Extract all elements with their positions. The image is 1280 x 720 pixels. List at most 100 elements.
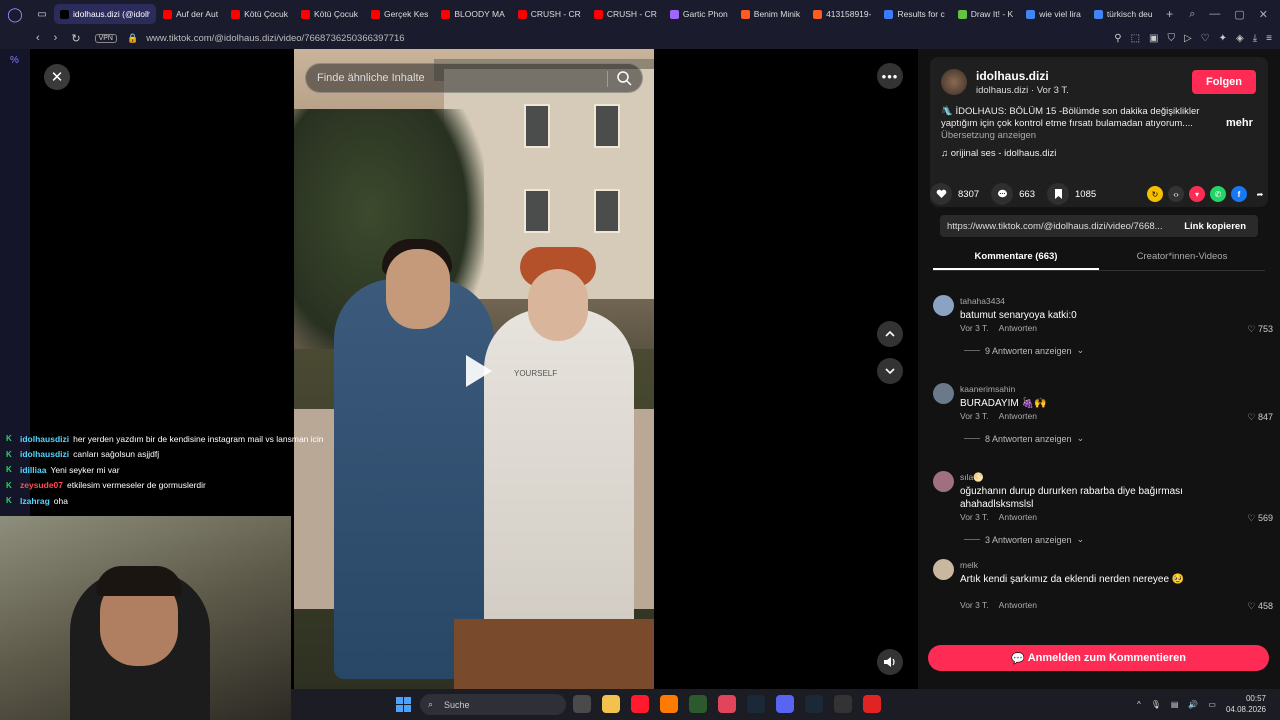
puzzle-icon[interactable]: ✦ (1219, 33, 1227, 44)
minimize-icon[interactable]: — (1209, 8, 1220, 21)
close-window-icon[interactable]: ✕ (1259, 8, 1268, 21)
more-options-button[interactable]: ••• (877, 63, 903, 89)
commenter-name[interactable]: sıla🌕 (960, 472, 984, 483)
browser-tab[interactable]: Auf der Aut (157, 4, 224, 24)
commenter-avatar[interactable] (933, 559, 954, 580)
browser-tab[interactable]: wie viel lira (1020, 4, 1087, 24)
taskbar-app-icon[interactable] (602, 695, 620, 713)
comment-like[interactable]: ♡ 569 (1247, 513, 1273, 524)
pin-icon[interactable]: ⚲ (1114, 33, 1121, 44)
url-field[interactable]: www.tiktok.com/@idolhaus.dizi/video/7668… (146, 33, 404, 44)
comment-like[interactable]: ♡ 458 (1247, 601, 1273, 612)
taskbar-app-icon[interactable] (747, 695, 765, 713)
chat-username[interactable]: idilliaa (20, 465, 46, 475)
back-icon[interactable]: ‹ (36, 32, 40, 45)
save-action[interactable]: 1085 (1047, 183, 1096, 205)
close-video-button[interactable]: ✕ (44, 64, 70, 90)
taskbar-app-icon[interactable] (805, 695, 823, 713)
browser-tab[interactable]: Gerçek Kes (365, 4, 434, 24)
clock[interactable]: 00:57 04.08.2026 (1226, 693, 1266, 715)
browser-tab[interactable]: Results for c (878, 4, 950, 24)
new-tab-icon[interactable]: + (1159, 7, 1181, 21)
volume-button[interactable] (877, 649, 903, 675)
embed-icon[interactable]: ‹› (1168, 186, 1184, 202)
author-avatar[interactable] (941, 69, 967, 95)
browser-tab[interactable]: idolhaus.dizi (@idolha (54, 4, 156, 24)
workspaces-icon[interactable]: ▭ (30, 9, 54, 20)
forward-icon[interactable]: › (54, 32, 58, 45)
taskbar-app-icon[interactable] (863, 695, 881, 713)
commenter-name[interactable]: kaanerimsahin (960, 384, 1015, 394)
menu-icon[interactable]: ≡ (1266, 33, 1272, 44)
taskbar-app-icon[interactable] (834, 695, 852, 713)
reload-icon[interactable]: ↻ (71, 32, 80, 45)
heart-icon[interactable]: ♡ (1201, 33, 1210, 44)
copy-link-button[interactable]: Link kopieren (1184, 221, 1258, 232)
taskbar-app-icon[interactable] (573, 695, 591, 713)
browser-tab[interactable]: Kötü Çocuk (225, 4, 294, 24)
commenter-avatar[interactable] (933, 471, 954, 492)
download-icon[interactable]: ⤓ (1253, 33, 1257, 44)
login-to-comment-button[interactable]: 💬 Anmelden zum Kommentieren (928, 645, 1269, 671)
browser-tab[interactable]: Draw It! - K (952, 4, 1020, 24)
reply-button[interactable]: Antworten (999, 411, 1037, 421)
view-replies-button[interactable]: 9 Antworten anzeigen ⌄ (964, 345, 1084, 356)
next-video-button[interactable] (877, 358, 903, 384)
reply-button[interactable]: Antworten (999, 512, 1037, 522)
battery-icon[interactable]: ▭ (1208, 700, 1216, 709)
microphone-icon[interactable]: 🎙 (1151, 700, 1161, 709)
follow-button[interactable]: Folgen (1192, 70, 1256, 94)
chat-username[interactable]: idolhausdizi (20, 449, 69, 459)
commenter-name[interactable]: tahaha3434 (960, 296, 1005, 306)
snapshot-icon[interactable]: ⬚ (1131, 33, 1140, 44)
volume-icon[interactable]: 🔊 (1188, 700, 1198, 709)
tab-comments[interactable]: Kommentare (663) (933, 245, 1099, 270)
browser-tab[interactable]: Gartic Phon (664, 4, 734, 24)
chat-username[interactable]: idolhausdizi (20, 434, 69, 444)
vpn-badge[interactable]: VPN (94, 34, 117, 43)
facebook-icon[interactable]: f (1231, 186, 1247, 202)
whatsapp-icon[interactable]: ✆ (1210, 186, 1226, 202)
browser-tab[interactable]: türkisch deu (1088, 4, 1159, 24)
taskbar-app-icon[interactable] (718, 695, 736, 713)
tab-creator-videos[interactable]: Creator*innen-Videos (1099, 245, 1265, 270)
browser-tab[interactable]: 413158919- (807, 4, 877, 24)
taskbar-search[interactable]: ⌕ Suche (420, 694, 566, 715)
maximize-icon[interactable]: ▢ (1234, 8, 1244, 21)
taskbar-app-icon[interactable] (631, 695, 649, 713)
player-icon[interactable]: ▷ (1184, 33, 1192, 44)
tray-chevron-icon[interactable]: ^ (1137, 700, 1141, 709)
chat-username[interactable]: lzahrag (20, 496, 50, 506)
cube-icon[interactable]: ◈ (1236, 33, 1244, 44)
repost-icon[interactable]: ↻ (1147, 186, 1163, 202)
author-name[interactable]: idolhaus.dizi (976, 69, 1049, 83)
more-link[interactable]: mehr (1226, 117, 1253, 129)
like-action[interactable]: 8307 (930, 183, 979, 205)
commenter-name[interactable]: melk (960, 560, 978, 570)
browser-tab[interactable]: CRUSH - CR (588, 4, 663, 24)
shield-icon[interactable]: ⛉ (1167, 33, 1175, 44)
browser-tab[interactable]: Kötü Çocuk (295, 4, 364, 24)
taskbar-app-icon[interactable] (689, 695, 707, 713)
share-arrow-icon[interactable]: ➦ (1252, 186, 1268, 202)
browser-tab[interactable]: Benim Minik (735, 4, 806, 24)
search-icon[interactable] (616, 70, 632, 86)
music-info[interactable]: ♫ orijinal ses - idolhaus.dizi (941, 148, 1056, 159)
previous-video-button[interactable] (877, 321, 903, 347)
play-icon[interactable] (458, 351, 498, 391)
video-link-url[interactable]: https://www.tiktok.com/@idolhaus.dizi/vi… (947, 221, 1172, 232)
reply-button[interactable]: Antworten (999, 600, 1037, 610)
browser-tab[interactable]: CRUSH - CR (512, 4, 587, 24)
browser-tab[interactable]: BLOODY MA (435, 4, 510, 24)
extension-icon[interactable]: ▣ (1149, 33, 1158, 44)
reply-button[interactable]: Antworten (999, 323, 1037, 333)
comment-like[interactable]: ♡ 847 (1247, 412, 1273, 423)
similar-content-search[interactable]: Finde ähnliche Inhalte (305, 63, 643, 93)
lock-icon[interactable]: 🔒 (127, 33, 138, 44)
chat-username[interactable]: zeysude07 (20, 480, 63, 490)
comment-action[interactable]: 663 (991, 183, 1035, 205)
windows-start-icon[interactable] (396, 697, 411, 712)
commenter-avatar[interactable] (933, 295, 954, 316)
taskbar-app-icon[interactable] (776, 695, 794, 713)
comment-like[interactable]: ♡ 753 (1247, 324, 1273, 335)
